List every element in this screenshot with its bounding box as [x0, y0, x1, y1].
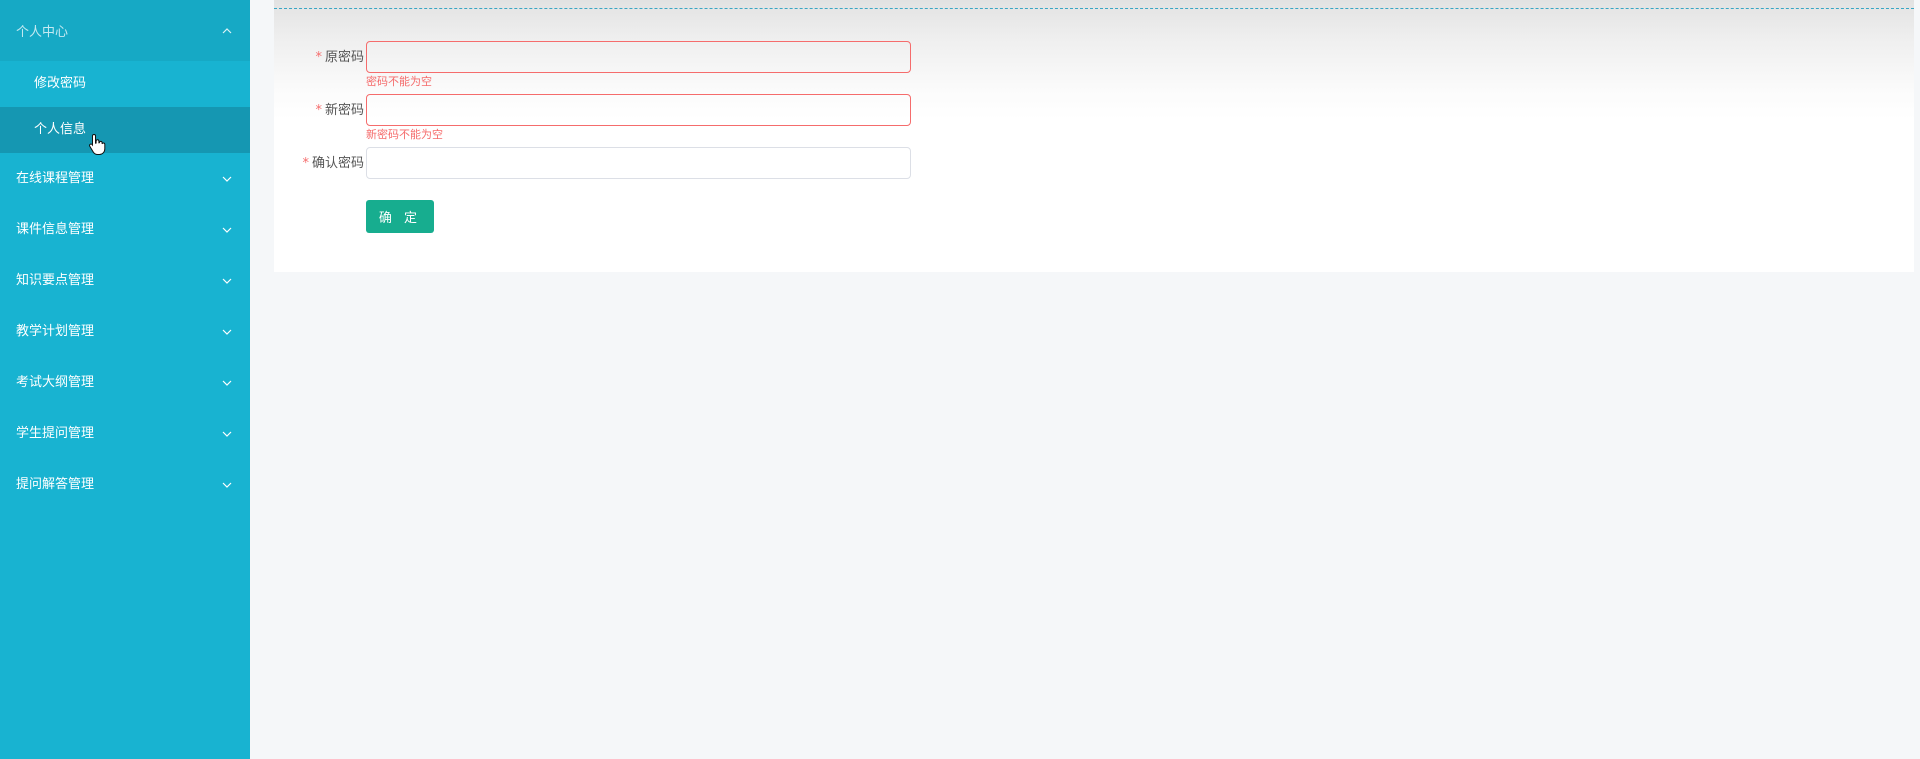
- sidebar-item-personal-info[interactable]: 个人信息: [0, 107, 250, 153]
- sidebar-item-label: 修改密码: [34, 76, 87, 91]
- sidebar-item-label: 个人信息: [34, 122, 87, 137]
- old-password-row: * 原密码 密码不能为空: [274, 41, 974, 88]
- menu-group-teaching-plan: 教学计划管理: [0, 306, 250, 357]
- new-password-label: * 新密码: [315, 103, 364, 118]
- menu-group-knowledge-points: 知识要点管理: [0, 255, 250, 306]
- menu-group-courseware: 课件信息管理: [0, 204, 250, 255]
- menu-group-student-questions: 学生提问管理: [0, 408, 250, 459]
- menu-title-question-answers[interactable]: 提问解答管理: [0, 459, 250, 510]
- chevron-down-icon: [220, 408, 234, 459]
- menu-title-label: 考试大纲管理: [16, 375, 95, 390]
- menu-title-courseware[interactable]: 课件信息管理: [0, 204, 250, 255]
- chevron-down-icon: [220, 255, 234, 306]
- menu-title-label: 在线课程管理: [16, 171, 95, 186]
- chevron-down-icon: [220, 357, 234, 408]
- menu-group-exam-outline: 考试大纲管理: [0, 357, 250, 408]
- divider: [274, 8, 1914, 9]
- main-content: * 原密码 密码不能为空 * 新密码 新密码不能为空 * 确认密码 确 定: [250, 0, 1920, 759]
- chevron-down-icon: [220, 306, 234, 357]
- menu-title-student-questions[interactable]: 学生提问管理: [0, 408, 250, 459]
- hand-cursor-icon: [89, 133, 106, 155]
- menu-title-label: 教学计划管理: [16, 324, 95, 339]
- sidebar: 个人中心 修改密码 个人信息 在线课程管理 课件信息管理 知识要点管理 教学计划…: [0, 0, 250, 759]
- menu-group-online-course: 在线课程管理: [0, 153, 250, 204]
- confirm-password-input[interactable]: [366, 147, 911, 179]
- menu-group-question-answers: 提问解答管理: [0, 459, 250, 510]
- required-mark: *: [302, 156, 309, 171]
- old-password-error: 密码不能为空: [366, 75, 432, 88]
- required-mark: *: [315, 103, 322, 118]
- chevron-down-icon: [220, 459, 234, 510]
- confirm-password-label: * 确认密码: [302, 156, 364, 171]
- menu-title-teaching-plan[interactable]: 教学计划管理: [0, 306, 250, 357]
- menu-title-label: 课件信息管理: [16, 222, 95, 237]
- chevron-down-icon: [220, 153, 234, 204]
- confirm-password-row: * 确认密码: [274, 147, 974, 181]
- menu-title-exam-outline[interactable]: 考试大纲管理: [0, 357, 250, 408]
- menu-title-knowledge-points[interactable]: 知识要点管理: [0, 255, 250, 306]
- menu-title-label: 个人中心: [16, 25, 69, 40]
- change-password-card: * 原密码 密码不能为空 * 新密码 新密码不能为空 * 确认密码 确 定: [274, 0, 1914, 272]
- menu-title-personal-center[interactable]: 个人中心: [0, 0, 250, 61]
- menu-title-online-course[interactable]: 在线课程管理: [0, 153, 250, 204]
- new-password-error: 新密码不能为空: [366, 128, 443, 141]
- app: 个人中心 修改密码 个人信息 在线课程管理 课件信息管理 知识要点管理 教学计划…: [0, 0, 1920, 759]
- new-password-input[interactable]: [366, 94, 911, 126]
- chevron-up-icon: [220, 0, 234, 61]
- old-password-label: * 原密码: [315, 50, 364, 65]
- chevron-down-icon: [220, 204, 234, 255]
- menu-group-personal-center: 个人中心 修改密码 个人信息: [0, 0, 250, 153]
- old-password-input[interactable]: [366, 41, 911, 73]
- confirm-button[interactable]: 确 定: [366, 200, 434, 233]
- sidebar-item-change-password[interactable]: 修改密码: [0, 61, 250, 107]
- menu-title-label: 知识要点管理: [16, 273, 95, 288]
- menu-title-label: 学生提问管理: [16, 426, 95, 441]
- required-mark: *: [315, 50, 322, 65]
- menu-title-label: 提问解答管理: [16, 477, 95, 492]
- new-password-row: * 新密码 新密码不能为空: [274, 94, 974, 141]
